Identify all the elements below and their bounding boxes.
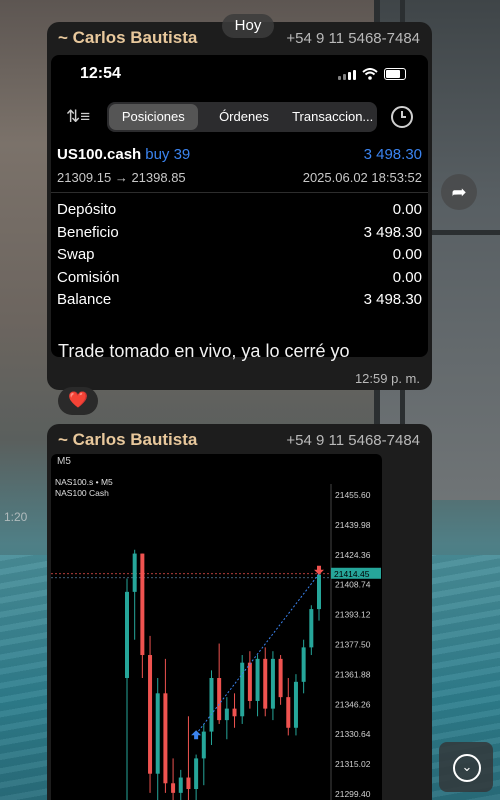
candle-body: [155, 693, 160, 774]
divider: [51, 192, 428, 193]
position-datetime: 2025.06.02 18:53:52: [302, 170, 422, 185]
candle-body: [201, 731, 206, 759]
candle-body: [240, 662, 245, 717]
sender-name[interactable]: ~ Carlos Bautista: [58, 430, 197, 450]
segment-tabs: Posiciones Órdenes Transaccion...: [107, 102, 377, 132]
candle-body: [217, 677, 222, 721]
position-prices: 21309.15 → 21398.85: [57, 170, 186, 185]
forward-icon[interactable]: ➦: [441, 174, 477, 210]
price-tick-label: 21408.74: [335, 580, 371, 590]
history-clock-icon[interactable]: [391, 106, 413, 128]
price-tick-label: 21424.36: [335, 550, 371, 560]
candle-body: [163, 693, 168, 784]
candle-body: [148, 655, 153, 774]
candle-body: [263, 658, 268, 709]
price-tick-label: 21299.40: [335, 789, 371, 799]
summary-row-comision: Comisión 0.00: [57, 269, 422, 292]
candle-body: [178, 777, 183, 793]
signal-icon: [338, 70, 356, 80]
summary-row-deposito: Depósito 0.00: [57, 201, 422, 224]
candle-body: [270, 658, 275, 709]
candle-body: [140, 553, 145, 656]
candle-body: [209, 677, 214, 732]
summary-row-balance: Balance 3 498.30: [57, 291, 422, 314]
chart-toolbar-label: M5: [57, 456, 71, 467]
price-tick-label: 21361.88: [335, 669, 371, 679]
summary-label: Beneficio: [57, 223, 119, 241]
position-side: buy 39: [145, 146, 191, 163]
candle-body: [286, 697, 291, 728]
price-tick-label: 21330.64: [335, 729, 371, 739]
candle-body: [232, 708, 237, 717]
date-divider: Hoy: [222, 14, 274, 38]
chart-screenshot[interactable]: M5 NAS100.s • M5 NAS100 Cash 21455.60 21439.…: [51, 454, 382, 800]
price-tick-label: 21393.12: [335, 610, 371, 620]
summary-label: Comisión: [57, 268, 120, 286]
candle-body: [186, 777, 191, 790]
price-tick-label: 21455.60: [335, 490, 371, 500]
message-time: 12:59 p. m.: [354, 371, 420, 386]
message-bubble-2[interactable]: ~ Carlos Bautista +54 9 11 5468-7484 M5 N…: [47, 424, 432, 800]
candle-body: [293, 681, 298, 728]
price-tick-label: 21439.98: [335, 520, 371, 530]
candle-body: [171, 783, 176, 793]
wifi-icon: [362, 68, 378, 80]
current-price-text: 21414.45: [334, 569, 370, 579]
candle-body: [309, 609, 314, 648]
price-tick-label: 21346.26: [335, 699, 371, 709]
candle-body: [224, 708, 229, 721]
summary-list: Depósito 0.00 Beneficio 3 498.30 Swap 0.00 …: [57, 201, 422, 314]
sender-name[interactable]: ~ Carlos Bautista: [58, 28, 197, 48]
price-tick-label: 21377.50: [335, 640, 371, 650]
tab-ordenes[interactable]: Órdenes: [200, 102, 289, 132]
summary-value: 3 498.30: [363, 223, 422, 241]
summary-value: 0.00: [392, 246, 422, 263]
sender-phone: +54 9 11 5468-7484: [286, 432, 420, 449]
chart-name: NAS100 Cash: [55, 488, 109, 498]
status-icons: [338, 68, 406, 80]
candle-body: [278, 658, 283, 698]
heart-reaction[interactable]: ❤️: [58, 387, 98, 415]
candle-body: [132, 553, 137, 592]
buy-entry-arrow: [191, 730, 202, 740]
battery-icon: [384, 68, 406, 80]
position-row[interactable]: US100.cash buy 39 3 498.30: [57, 146, 422, 163]
scroll-down-button[interactable]: ⌄: [439, 742, 493, 792]
summary-label: Swap: [57, 246, 95, 263]
sort-icon[interactable]: ⇅≡: [66, 107, 90, 127]
tab-toolbar: ⇅≡ Posiciones Órdenes Transaccion...: [51, 101, 428, 133]
summary-value: 0.00: [392, 268, 422, 286]
candle-body: [301, 647, 306, 682]
summary-value: 0.00: [392, 201, 422, 218]
position-profit: 3 498.30: [363, 146, 422, 163]
tab-posiciones[interactable]: Posiciones: [109, 104, 198, 130]
position-symbol: US100.cash: [57, 146, 142, 163]
candlestick-chart: M5 NAS100.s • M5NAS100 Cash 21455.60 21439.…: [51, 456, 381, 800]
summary-value: 3 498.30: [363, 291, 422, 308]
summary-label: Balance: [57, 291, 112, 308]
message-bubble-1[interactable]: ~ Carlos Bautista +54 9 11 5468-7484 12:…: [47, 22, 432, 390]
position-details: 21309.15 → 21398.85 2025.06.02 18:53:52: [57, 170, 422, 185]
candle-body: [255, 658, 260, 701]
message-caption: Trade tomado en vivo, ya lo cerré yo: [58, 341, 350, 361]
candle-body: [317, 574, 321, 610]
summary-row-beneficio: Beneficio 3 498.30: [57, 224, 422, 247]
candle-body: [125, 591, 129, 678]
shared-screenshot[interactable]: 12:54 ⇅≡ Posiciones Órdenes Transaccion.…: [51, 55, 428, 357]
sender-phone: +54 9 11 5468-7484: [286, 30, 420, 47]
tab-transacciones[interactable]: Transaccion...: [288, 102, 377, 132]
price-tick-label: 21315.02: [335, 759, 371, 769]
summary-label: Depósito: [57, 201, 117, 218]
status-time: 12:54: [80, 65, 121, 82]
candle-body: [247, 662, 252, 701]
summary-row-swap: Swap 0.00: [57, 246, 422, 269]
candle-body: [194, 758, 199, 790]
wallpaper-text: 1:20: [4, 510, 28, 524]
chevron-down-icon: ⌄: [453, 754, 481, 782]
chart-symbol: NAS100.s • M5: [55, 477, 113, 487]
